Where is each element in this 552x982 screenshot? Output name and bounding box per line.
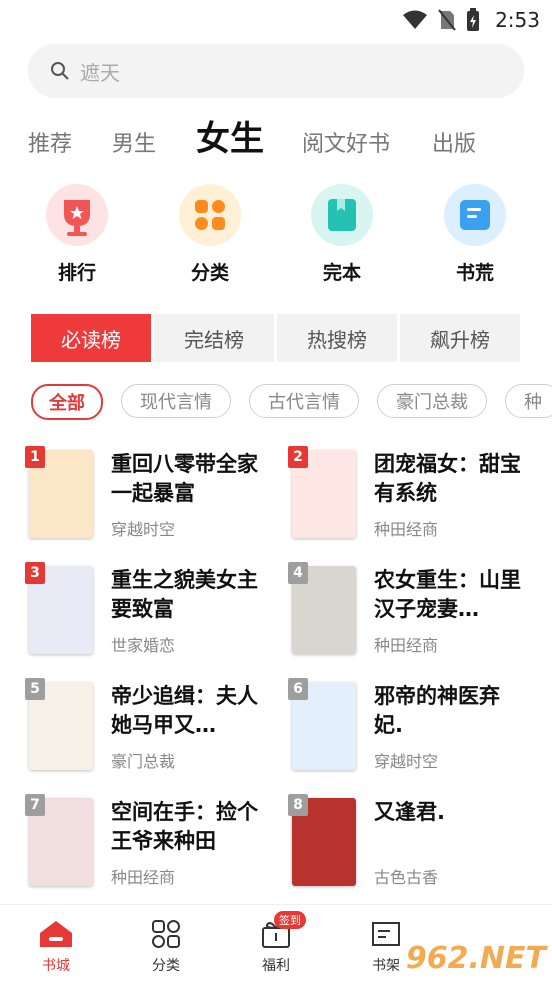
book-icon: [311, 184, 373, 246]
quick-label: 完本: [322, 262, 361, 284]
book-item[interactable]: 8 又逢君. 古色古香: [288, 794, 532, 894]
quick-ranking[interactable]: 排行: [27, 184, 127, 285]
quick-entries: 排行 分类 完本 书荒: [0, 184, 552, 284]
chip-ancient-romance[interactable]: 古代言情: [249, 384, 359, 418]
book-item[interactable]: 5 帝少追缉：夫人她马甲又… 豪门总裁: [25, 678, 269, 778]
category-icon: [152, 920, 180, 948]
grid-icon: [179, 184, 241, 246]
nav-label: 福利: [262, 958, 290, 974]
quick-category[interactable]: 分类: [160, 184, 260, 285]
rank-badge: 4: [288, 562, 308, 584]
rank-badge: 8: [288, 794, 308, 816]
book-category: 种田经商: [374, 636, 439, 655]
book-title: 邪帝的神医弃妃.: [374, 684, 500, 737]
checkin-badge: 签到: [274, 911, 306, 929]
quick-book-shortage[interactable]: 书荒: [425, 184, 525, 285]
rank-tab-finished[interactable]: 完结榜: [154, 314, 274, 362]
rank-badge: 5: [25, 678, 45, 700]
ranking-tabs: 必读榜 完结榜 热搜榜 飙升榜: [31, 314, 520, 362]
quick-label: 分类: [190, 262, 229, 284]
chip-all[interactable]: 全部: [31, 384, 103, 420]
nav-welfare[interactable]: 签到 福利: [246, 911, 306, 975]
chip-modern-romance[interactable]: 现代言情: [121, 384, 231, 418]
book-title: 空间在手：捡个王爷来种田: [111, 800, 258, 853]
no-sim-icon: [438, 9, 456, 31]
nav-category[interactable]: 分类: [136, 919, 196, 975]
tab-recommend[interactable]: 推荐: [28, 126, 72, 158]
book-category: 穿越时空: [111, 520, 176, 539]
quick-label: 排行: [57, 262, 96, 284]
search-input[interactable]: 遮天: [28, 44, 524, 98]
book-category: 古色古香: [374, 868, 439, 887]
list-book-icon: [444, 184, 506, 246]
wifi-icon: [403, 10, 427, 29]
book-item[interactable]: 7 空间在手：捡个王爷来种田 种田经商: [25, 794, 269, 894]
book-item[interactable]: 2 团宠福女：甜宝有系统 种田经商: [288, 446, 532, 546]
search-icon: [51, 62, 69, 80]
quick-label: 书荒: [455, 262, 494, 284]
watermark-logo: 962.NET: [405, 941, 546, 976]
rank-badge: 3: [25, 562, 45, 584]
book-title: 团宠福女：甜宝有系统: [374, 452, 521, 505]
book-title: 农女重生：山里汉子宠妻…: [374, 568, 521, 621]
book-item[interactable]: 4 农女重生：山里汉子宠妻… 种田经商: [288, 562, 532, 662]
book-category: 世家婚恋: [111, 636, 176, 655]
book-item[interactable]: 1 重回八零带全家一起暴富 穿越时空: [25, 446, 269, 546]
channel-tabs: 推荐 男生 女生 阅文好书 出版: [0, 112, 552, 172]
genre-chips: 全部 现代言情 古代言情 豪门总裁种: [31, 384, 552, 420]
rank-tab-hot-search[interactable]: 热搜榜: [277, 314, 397, 362]
book-title: 重回八零带全家一起暴富: [111, 452, 258, 505]
bookshelf-icon: [372, 922, 400, 946]
tab-male[interactable]: 男生: [112, 126, 156, 158]
rank-badge: 2: [288, 446, 308, 468]
book-title: 重生之貌美女主要致富: [111, 568, 258, 621]
rank-badge: 6: [288, 678, 308, 700]
status-bar: 2:53: [0, 0, 552, 40]
book-category: 豪门总裁: [111, 752, 176, 771]
quick-finished[interactable]: 完本: [292, 184, 392, 285]
tab-good-books[interactable]: 阅文好书: [302, 126, 390, 158]
chip-farming[interactable]: 种: [505, 384, 552, 418]
rank-badge: 1: [25, 446, 45, 468]
book-item[interactable]: 6 邪帝的神医弃妃. 穿越时空: [288, 678, 532, 778]
nav-label: 分类: [152, 958, 180, 974]
battery-icon: [467, 8, 479, 31]
status-icons: [402, 8, 480, 32]
book-category: 穿越时空: [374, 752, 439, 771]
book-category: 种田经商: [374, 520, 439, 539]
tab-female[interactable]: 女生: [196, 111, 264, 160]
chip-rich-ceo[interactable]: 豪门总裁: [377, 384, 487, 418]
nav-bookstore[interactable]: 书城: [26, 919, 86, 975]
search-placeholder: 遮天: [80, 60, 120, 85]
bookstore-icon: [40, 921, 72, 947]
book-category: 种田经商: [111, 868, 176, 887]
trophy-icon: [46, 184, 108, 246]
nav-label: 书城: [42, 958, 70, 974]
tab-publishing[interactable]: 出版: [432, 126, 476, 158]
book-title: 帝少追缉：夫人她马甲又…: [111, 684, 258, 737]
rank-badge: 7: [25, 794, 45, 816]
book-item[interactable]: 3 重生之貌美女主要致富 世家婚恋: [25, 562, 269, 662]
bottom-nav: 书城 分类 签到 福利 书架 962.NET: [0, 904, 552, 982]
rank-tab-must-read[interactable]: 必读榜: [31, 314, 151, 362]
book-title: 又逢君.: [374, 800, 445, 824]
status-time: 2:53: [495, 8, 540, 32]
rank-tab-rising[interactable]: 飙升榜: [400, 314, 520, 362]
